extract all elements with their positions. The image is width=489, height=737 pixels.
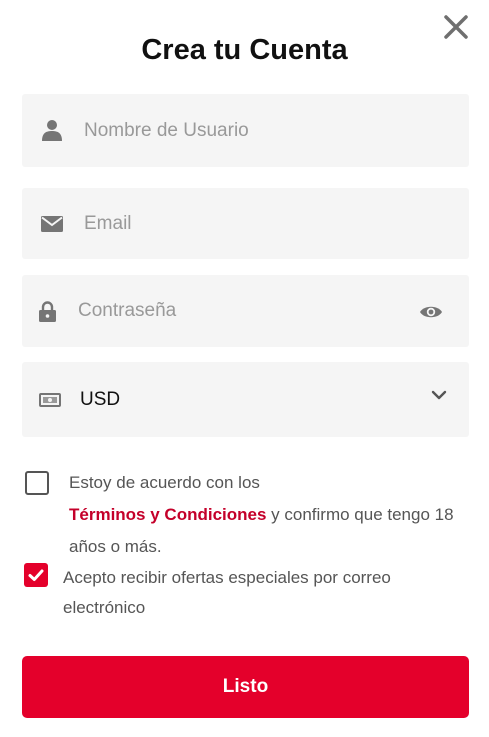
offers-checkbox[interactable] <box>24 563 48 587</box>
terms-text-line2: Términos y Condiciones y confirmo que te… <box>69 499 454 531</box>
username-input[interactable] <box>84 94 444 167</box>
offers-text-line2: electrónico <box>63 598 146 617</box>
submit-button[interactable]: Listo <box>22 656 469 718</box>
terms-checkbox[interactable] <box>25 471 49 495</box>
banknote-icon <box>39 393 61 407</box>
terms-text-after: y confirmo que tengo 18 <box>266 505 454 524</box>
password-field[interactable] <box>22 275 469 347</box>
username-field[interactable] <box>22 94 469 167</box>
terms-text-line1: Estoy de acuerdo con los <box>69 473 260 492</box>
email-field[interactable] <box>22 188 469 259</box>
terms-link[interactable]: Términos y Condiciones <box>69 505 266 524</box>
terms-text-line3: años o más. <box>69 537 162 556</box>
checkmark-icon <box>28 569 44 581</box>
eye-icon[interactable] <box>419 304 443 320</box>
envelope-icon <box>41 216 63 232</box>
page-title: Crea tu Cuenta <box>141 34 348 66</box>
email-input[interactable] <box>84 188 444 259</box>
currency-select[interactable]: USD <box>22 362 469 437</box>
lock-icon <box>39 301 56 322</box>
offers-text-line1: Acepto recibir ofertas especiales por co… <box>63 568 391 587</box>
chevron-down-icon[interactable] <box>431 390 447 400</box>
currency-value: USD <box>80 389 121 410</box>
user-icon <box>42 120 62 141</box>
password-input[interactable] <box>78 275 398 347</box>
